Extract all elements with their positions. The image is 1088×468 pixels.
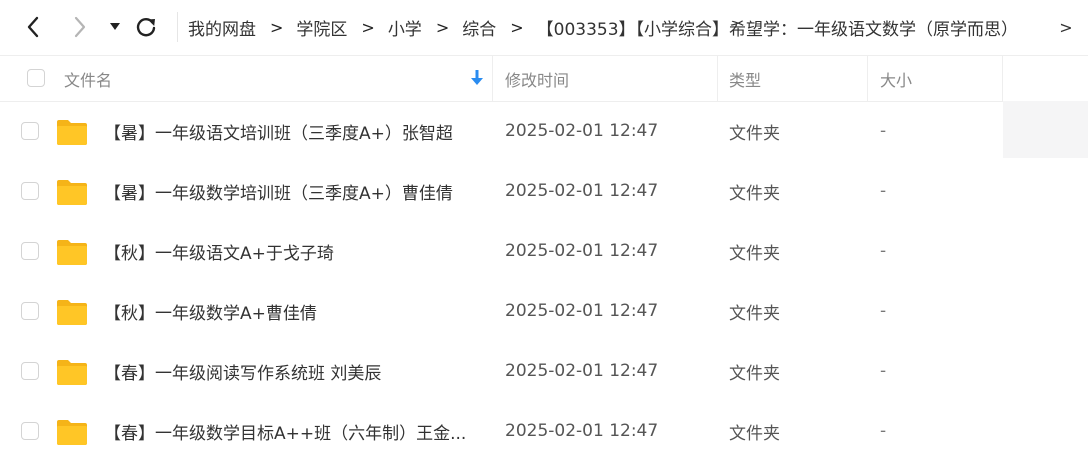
row-checkbox[interactable]: [21, 362, 39, 380]
row-checkbox[interactable]: [21, 242, 39, 260]
file-size: -: [880, 241, 887, 261]
row-checkbox[interactable]: [21, 122, 39, 140]
table-row[interactable]: 【春】一年级阅读写作系统班 刘美辰 2025-02-01 12:47 文件夹 -: [0, 341, 1088, 401]
file-modified-time: 2025-02-01 12:47: [505, 241, 659, 261]
row-checkbox[interactable]: [21, 182, 39, 200]
column-divider[interactable]: [1002, 56, 1003, 101]
breadcrumb: 我的网盘 > 学院区 > 小学 > 综合 > 【003353】【小学综合】希望学…: [188, 0, 1018, 54]
file-modified-time: 2025-02-01 12:47: [505, 421, 659, 441]
file-type: 文件夹: [729, 183, 780, 204]
column-header-size[interactable]: 大小: [880, 56, 912, 101]
file-type: 文件夹: [729, 423, 780, 444]
chevron-right-icon: [74, 16, 86, 38]
file-type: 文件夹: [729, 363, 780, 384]
column-header-modified[interactable]: 修改时间: [505, 56, 569, 101]
file-name[interactable]: 【暑】一年级语文培训班（三季度A+）张智超: [104, 101, 490, 161]
breadcrumb-separator: >: [361, 17, 375, 37]
top-navigation-bar: 我的网盘 > 学院区 > 小学 > 综合 > 【003353】【小学综合】希望学…: [0, 0, 1088, 54]
breadcrumb-item-college[interactable]: 学院区: [296, 15, 347, 40]
column-header-type[interactable]: 类型: [729, 56, 761, 101]
refresh-button[interactable]: [129, 10, 163, 44]
file-modified-time: 2025-02-01 12:47: [505, 121, 659, 141]
file-type: 文件夹: [729, 303, 780, 324]
breadcrumb-item-primary[interactable]: 小学: [388, 15, 422, 40]
file-modified-time: 2025-02-01 12:47: [505, 301, 659, 321]
row-checkbox[interactable]: [21, 422, 39, 440]
file-size: -: [880, 361, 887, 381]
caret-down-icon: [110, 23, 120, 30]
table-row[interactable]: 【暑】一年级语文培训班（三季度A+）张智超 2025-02-01 12:47 文…: [0, 101, 1088, 161]
breadcrumb-separator: >: [435, 17, 450, 37]
select-all-checkbox[interactable]: [27, 69, 45, 87]
file-type: 文件夹: [729, 243, 780, 264]
chevron-left-icon: [27, 16, 39, 38]
file-name[interactable]: 【秋】一年级数学A+曹佳倩: [104, 281, 490, 341]
file-name[interactable]: 【春】一年级数学目标A++班（六年制）王金...: [104, 401, 490, 461]
toolbar-divider: [177, 12, 178, 42]
folder-icon: [57, 180, 87, 205]
file-name[interactable]: 【暑】一年级数学培训班（三季度A+）曹佳倩: [104, 161, 490, 221]
file-modified-time: 2025-02-01 12:47: [505, 181, 659, 201]
folder-icon: [57, 240, 87, 265]
sort-down-arrow-icon[interactable]: [471, 69, 483, 87]
folder-icon: [57, 420, 87, 445]
file-size: -: [880, 121, 887, 141]
breadcrumb-separator: >: [510, 17, 524, 37]
row-checkbox[interactable]: [21, 302, 39, 320]
column-divider[interactable]: [717, 56, 718, 101]
breadcrumb-more-button[interactable]: >: [1054, 0, 1078, 54]
column-header-name[interactable]: 文件名: [64, 56, 112, 101]
file-modified-time: 2025-02-01 12:47: [505, 361, 659, 381]
refresh-icon: [136, 18, 156, 37]
column-divider[interactable]: [492, 56, 493, 101]
file-size: -: [880, 421, 887, 441]
folder-icon: [57, 300, 87, 325]
folder-icon: [57, 120, 87, 145]
history-dropdown-button[interactable]: [98, 10, 132, 44]
table-row[interactable]: 【秋】一年级数学A+曹佳倩 2025-02-01 12:47 文件夹 -: [0, 281, 1088, 341]
forward-button[interactable]: [63, 10, 97, 44]
file-size: -: [880, 301, 887, 321]
table-row[interactable]: 【暑】一年级数学培训班（三季度A+）曹佳倩 2025-02-01 12:47 文…: [0, 161, 1088, 221]
folder-icon: [57, 360, 87, 385]
file-list-header: 文件名 修改时间 类型 大小: [0, 55, 1088, 102]
breadcrumb-separator: >: [270, 17, 284, 37]
breadcrumb-item-general[interactable]: 综合: [462, 15, 496, 40]
file-name[interactable]: 【春】一年级阅读写作系统班 刘美辰: [104, 341, 490, 401]
back-button[interactable]: [16, 10, 50, 44]
file-type: 文件夹: [729, 123, 780, 144]
breadcrumb-item-my-drive[interactable]: 我的网盘: [188, 15, 256, 40]
table-row[interactable]: 【春】一年级数学目标A++班（六年制）王金... 2025-02-01 12:4…: [0, 401, 1088, 461]
column-divider[interactable]: [867, 56, 868, 101]
file-size: -: [880, 181, 887, 201]
file-name[interactable]: 【秋】一年级语文A+于戈子琦: [104, 221, 490, 281]
table-row[interactable]: 【秋】一年级语文A+于戈子琦 2025-02-01 12:47 文件夹 -: [0, 221, 1088, 281]
breadcrumb-item-current-folder[interactable]: 【003353】【小学综合】希望学：一年级语文数学（原学而思）: [537, 15, 1018, 40]
